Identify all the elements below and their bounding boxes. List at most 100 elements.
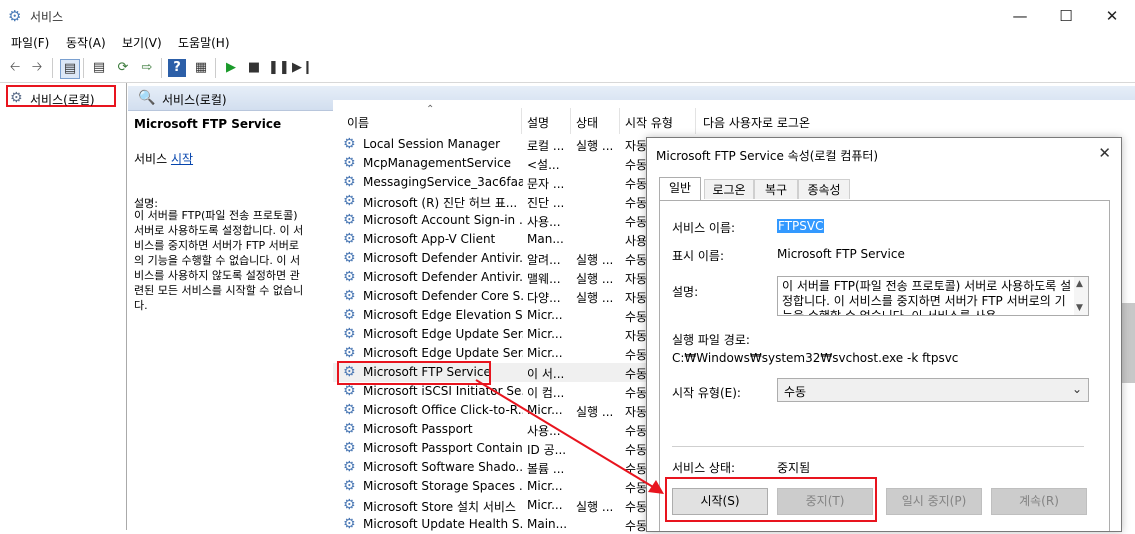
gear-icon: ⚙	[343, 288, 356, 304]
status-label: 서비스 상태:	[672, 461, 736, 475]
gear-icon: ⚙	[343, 459, 356, 475]
window-title: 서비스	[30, 10, 64, 24]
service-desc-cell: 사용...	[527, 215, 561, 229]
description-value: 이 서버를 FTP(파일 전송 프로토콜) 서버로 사용하도록 설정합니다. 이…	[782, 279, 1072, 316]
service-desc-cell: <설...	[527, 158, 560, 172]
service-name-cell: Microsoft Edge Update Ser...	[363, 346, 523, 360]
view-icon[interactable]: ▦	[192, 59, 210, 77]
table-row[interactable]: ⚙ MessagingService_3ac6faa 문자 ... 수동	[333, 173, 653, 192]
table-row[interactable]: ⚙ Microsoft (R) 진단 허브 표... 진단 ... 수동	[333, 192, 653, 211]
stop-icon[interactable]: ■	[245, 59, 263, 77]
service-desc-cell: 맬웨...	[527, 272, 561, 286]
tree-item-label: 서비스(로컬)	[30, 93, 95, 107]
menu-file[interactable]: 파일(F)	[11, 34, 49, 51]
tab-logon[interactable]: 로그온	[704, 179, 754, 199]
search-icon: 🔍	[138, 90, 156, 106]
maximize-icon[interactable]: ☐	[1043, 0, 1089, 32]
service-name-cell: Microsoft (R) 진단 허브 표...	[363, 196, 518, 210]
description-scrollbar[interactable]: ▲ ▼	[1074, 277, 1088, 315]
gear-icon: ⚙	[343, 440, 356, 456]
export-icon[interactable]: ⇨	[138, 59, 156, 77]
table-row[interactable]: ⚙ Microsoft Edge Update Ser... Micr... 자동	[333, 325, 653, 344]
service-status-cell: 실행 ...	[576, 253, 614, 267]
restart-icon[interactable]: ▶❙	[292, 59, 313, 77]
gear-icon: ⚙	[343, 383, 356, 399]
path-value[interactable]: C:₩Windows₩system32₩svchost.exe -k ftpsv…	[672, 351, 958, 365]
start-service-link[interactable]: 시작	[171, 152, 193, 166]
gear-icon: ⚙	[343, 326, 356, 342]
service-desc-cell: 다양...	[527, 291, 561, 305]
close-icon[interactable]: ✕	[1089, 0, 1135, 32]
status-value: 중지됨	[777, 461, 811, 475]
table-row[interactable]: ⚙ Microsoft Edge Elevation S... Micr... 수동	[333, 306, 653, 325]
gear-icon: ⚙	[343, 497, 356, 513]
panel-header-label: 서비스(로컬)	[162, 93, 227, 107]
gear-icon: ⚙	[343, 307, 356, 323]
service-desc-cell: 알려...	[527, 253, 561, 267]
column-description[interactable]: 설명	[527, 114, 549, 131]
start-line: 서비스 시작	[134, 150, 193, 167]
play-icon[interactable]: ▶	[222, 59, 240, 77]
service-name-cell: Microsoft Update Health S...	[363, 517, 523, 531]
gear-icon: ⚙	[343, 174, 356, 190]
properties-icon[interactable]: ▤	[90, 59, 108, 77]
sort-arrow-icon: ⌃	[426, 104, 435, 115]
menu-view[interactable]: 보기(V)	[122, 34, 162, 51]
gear-icon: ⚙	[343, 402, 356, 418]
service-status-cell: 실행 ...	[576, 139, 614, 153]
table-row[interactable]: ⚙ Microsoft Update Health S... Main... 수동	[333, 515, 653, 534]
start-prefix: 서비스	[134, 152, 168, 166]
properties-dialog: Microsoft FTP Service 속성(로컬 컴퓨터) ✕ 일반 로그…	[646, 137, 1122, 532]
gear-icon: ⚙	[343, 193, 356, 209]
tab-dependencies[interactable]: 종속성	[798, 179, 850, 199]
column-startup-type[interactable]: 시작 유형	[625, 114, 673, 131]
tree-item-services-local[interactable]: ⚙ 서비스(로컬)	[6, 85, 116, 107]
pause-button[interactable]: 일시 중지(P)	[886, 488, 982, 515]
tab-general[interactable]: 일반	[659, 177, 701, 201]
close-icon[interactable]: ✕	[1098, 144, 1111, 162]
service-name-heading: Microsoft FTP Service	[134, 117, 282, 131]
description-label: 설명:	[672, 285, 699, 299]
console-tree-icon[interactable]: ▤	[60, 59, 80, 79]
table-row[interactable]: ⚙ Microsoft Defender Core S... 다양... 실행 ...…	[333, 287, 653, 306]
column-log-on-as[interactable]: 다음 사용자로 로그온	[703, 114, 810, 131]
minimize-icon[interactable]: —	[997, 0, 1043, 32]
menu-action[interactable]: 동작(A)	[66, 34, 106, 51]
pause-icon[interactable]: ❚❚	[268, 59, 290, 77]
display-name-value[interactable]: Microsoft FTP Service	[777, 247, 905, 261]
service-name-cell: Microsoft Defender Core S...	[363, 289, 523, 303]
gear-icon: ⚙	[343, 155, 356, 171]
table-row[interactable]: ⚙ Microsoft Defender Antivir... 알려... 실행 ..…	[333, 249, 653, 268]
service-name-cell: Microsoft Store 설치 서비스	[363, 500, 516, 514]
service-desc-cell: Micr...	[527, 308, 563, 322]
annotation-arrow	[475, 379, 664, 494]
gear-icon: ⚙	[10, 90, 23, 106]
table-row[interactable]: ⚙ Microsoft Account Sign-in ... 사용... 수동	[333, 211, 653, 230]
column-name[interactable]: 이름	[347, 114, 369, 131]
start-type-label: 시작 유형(E):	[672, 386, 741, 400]
help-icon[interactable]: ?	[168, 59, 186, 77]
table-row[interactable]: ⚙ McpManagementService <설... 수동	[333, 154, 653, 173]
service-desc-cell: 문자 ...	[527, 177, 565, 191]
title-bar: ⚙ 서비스 — ☐ ✕	[0, 0, 1135, 32]
tab-recovery[interactable]: 복구	[754, 179, 798, 199]
refresh-icon[interactable]: ⟳	[114, 59, 132, 77]
menu-help[interactable]: 도움말(H)	[178, 34, 230, 51]
description-box[interactable]: 이 서버를 FTP(파일 전송 프로토콜) 서버로 사용하도록 설정합니다. 이…	[777, 276, 1089, 316]
table-row[interactable]: ⚙ Microsoft App-V Client Man... 사용	[333, 230, 653, 249]
scroll-down-icon: ▼	[1076, 303, 1083, 313]
service-desc-cell: Main...	[527, 517, 567, 531]
service-name-value[interactable]: FTPSVC	[777, 219, 825, 233]
column-status[interactable]: 상태	[576, 114, 598, 131]
chevron-down-icon: ⌄	[1071, 382, 1082, 396]
table-row[interactable]: ⚙ Local Session Manager 로컬 ... 실행 ... 자동	[333, 135, 653, 154]
back-icon[interactable]: 🡠	[6, 59, 24, 77]
gear-icon: ⚙	[343, 231, 356, 247]
resume-button[interactable]: 계속(R)	[991, 488, 1087, 515]
forward-icon[interactable]: 🡢	[28, 59, 46, 77]
start-type-select[interactable]: 수동 ⌄	[777, 378, 1089, 402]
service-status-cell: 실행 ...	[576, 291, 614, 305]
service-name-cell: Microsoft Edge Elevation S...	[363, 308, 523, 322]
description-text: 이 서버를 FTP(파일 전송 프로토콜) 서버로 사용하도록 설정합니다. 이…	[134, 209, 304, 312]
table-row[interactable]: ⚙ Microsoft Defender Antivir... 맬웨... 실행 ..…	[333, 268, 653, 287]
